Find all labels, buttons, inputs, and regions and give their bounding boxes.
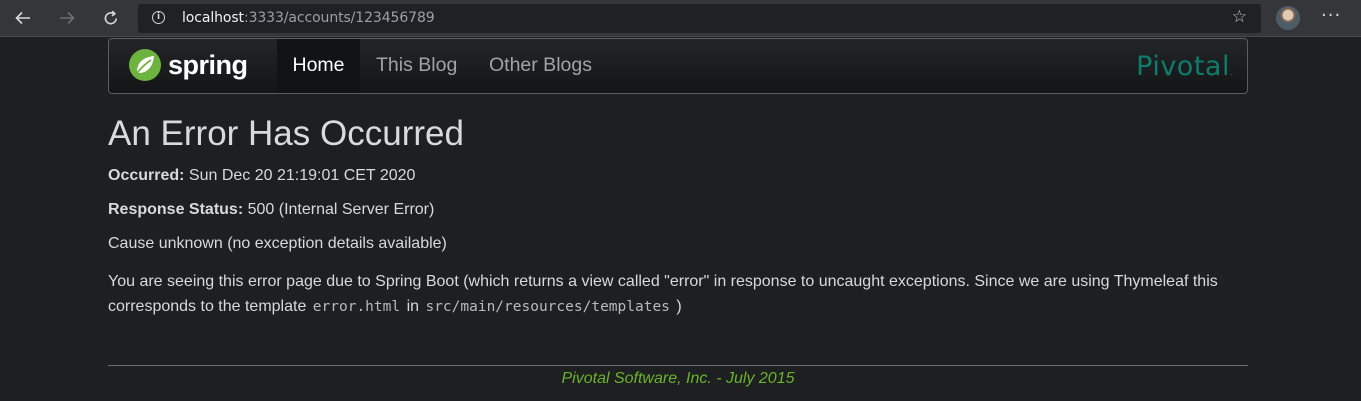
url-host: localhost bbox=[182, 10, 244, 26]
status-label: Response Status: bbox=[108, 201, 244, 218]
brand-name: spring bbox=[168, 49, 248, 80]
page-content: spring Home This Blog Other Blogs Pivota… bbox=[0, 37, 1361, 401]
template-file: error.html bbox=[312, 299, 401, 315]
info-icon[interactable]: i bbox=[152, 11, 165, 24]
browser-toolbar: i localhost:3333/accounts/123456789 ☆ ··… bbox=[0, 0, 1361, 37]
pivotal-logo[interactable]: Pivotal. bbox=[1136, 51, 1233, 82]
footer-divider bbox=[108, 365, 1248, 366]
explanation-close: ) bbox=[676, 298, 682, 315]
spring-leaf-icon bbox=[129, 49, 161, 81]
occurred-label: Occurred: bbox=[108, 167, 185, 184]
pivotal-logo-text: Pivotal bbox=[1136, 51, 1230, 82]
back-arrow-icon[interactable] bbox=[8, 4, 38, 32]
page-title: An Error Has Occurred bbox=[108, 114, 464, 153]
pivotal-logo-dot: . bbox=[1229, 68, 1233, 77]
template-dir: src/main/resources/templates bbox=[425, 299, 670, 315]
occurred-value: Sun Dec 20 21:19:01 CET 2020 bbox=[188, 167, 416, 184]
status-value: 500 (Internal Server Error) bbox=[247, 201, 435, 218]
status-row: Response Status: 500 (Internal Server Er… bbox=[108, 201, 434, 219]
error-content: An Error Has Occurred Occurred: Sun Dec … bbox=[108, 111, 1248, 315]
profile-avatar[interactable] bbox=[1276, 6, 1300, 30]
explanation-in: in bbox=[406, 298, 420, 315]
nav-other-blogs[interactable]: Other Blogs bbox=[474, 39, 607, 93]
more-icon[interactable]: ··· bbox=[1321, 5, 1341, 26]
nav-home[interactable]: Home bbox=[277, 39, 360, 93]
star-icon[interactable]: ☆ bbox=[1232, 7, 1247, 27]
reload-icon[interactable] bbox=[96, 4, 126, 32]
spring-brand[interactable]: spring bbox=[128, 47, 248, 83]
cause-text: Cause unknown (no exception details avai… bbox=[108, 235, 447, 252]
url-path: :3333/accounts/123456789 bbox=[243, 10, 435, 26]
nav-this-blog[interactable]: This Blog bbox=[361, 39, 472, 93]
occurred-row: Occurred: Sun Dec 20 21:19:01 CET 2020 bbox=[108, 167, 415, 185]
footer-text: Pivotal Software, Inc. - July 2015 bbox=[561, 370, 795, 387]
address-bar[interactable]: i localhost:3333/accounts/123456789 ☆ bbox=[138, 4, 1261, 33]
site-navbar: spring Home This Blog Other Blogs Pivota… bbox=[108, 38, 1248, 94]
url-text[interactable]: localhost:3333/accounts/123456789 bbox=[182, 10, 435, 26]
explanation-text: You are seeing this error page due to Sp… bbox=[108, 269, 1228, 320]
forward-arrow-icon[interactable] bbox=[52, 4, 82, 32]
